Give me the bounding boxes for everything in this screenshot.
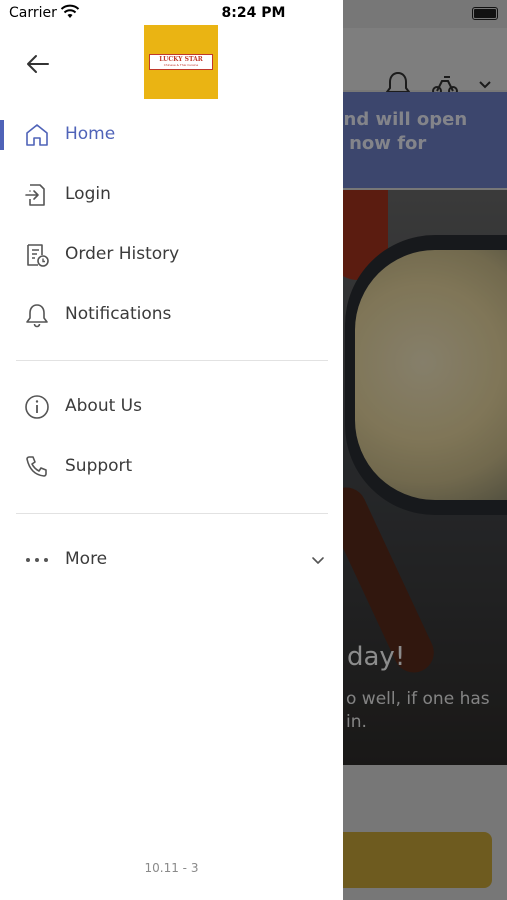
phone-icon	[26, 456, 47, 477]
menu-item-home[interactable]: Home	[0, 110, 343, 162]
order-history-icon	[27, 244, 49, 267]
menu-divider	[16, 360, 328, 361]
menu-item-login[interactable]: Login	[0, 170, 343, 222]
menu-item-label: About Us	[65, 396, 142, 416]
menu-item-order-history[interactable]: Order History	[0, 230, 343, 282]
bell-icon	[26, 304, 48, 328]
navigation-drawer: LUCKY STAR Chinese & Thai Cuisine Home L…	[0, 0, 343, 900]
menu-item-more[interactable]: More	[0, 535, 343, 587]
restaurant-logo: LUCKY STAR Chinese & Thai Cuisine	[144, 25, 218, 99]
menu-item-support[interactable]: Support	[0, 442, 343, 494]
menu-item-label: Notifications	[65, 304, 172, 324]
back-arrow-icon[interactable]	[22, 48, 54, 80]
menu-item-label: Order History	[65, 244, 180, 264]
menu-item-about-us[interactable]: About Us	[0, 382, 343, 434]
logo-line2: Chinese & Thai Cuisine	[163, 63, 199, 67]
menu-item-label: Support	[65, 456, 133, 476]
logo-plate: LUCKY STAR Chinese & Thai Cuisine	[149, 54, 213, 70]
status-time: 8:24 PM	[221, 5, 286, 21]
menu-item-label: Login	[65, 184, 111, 204]
login-icon	[25, 184, 45, 206]
more-dots-icon	[26, 558, 48, 562]
menu-divider	[16, 513, 328, 514]
home-icon	[26, 124, 48, 146]
battery-icon	[472, 7, 498, 20]
app-version: 10.11 - 3	[144, 861, 199, 875]
status-bar: Carrier 8:24 PM	[0, 0, 507, 28]
info-icon	[25, 395, 49, 419]
menu-item-label: More	[65, 549, 108, 569]
chevron-down-icon	[312, 557, 324, 564]
menu-item-notifications[interactable]: Notifications	[0, 290, 343, 342]
menu-item-label: Home	[65, 124, 116, 144]
